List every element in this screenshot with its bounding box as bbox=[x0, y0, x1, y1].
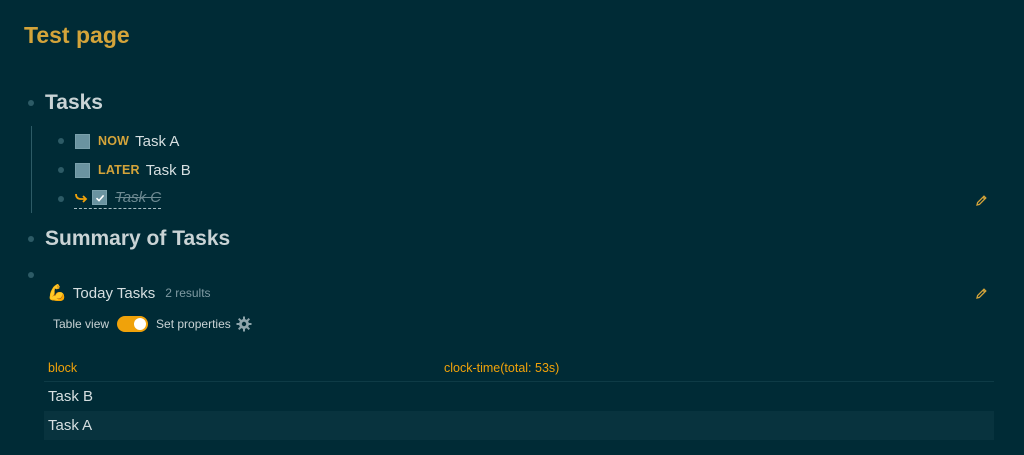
task-row-a: NOW Task A bbox=[58, 130, 179, 152]
table-row[interactable]: Task A bbox=[44, 411, 994, 440]
query-controls: Table view Set properties bbox=[53, 316, 252, 332]
task-checkbox-checked[interactable] bbox=[92, 190, 107, 205]
table-view-toggle[interactable] bbox=[117, 316, 149, 332]
set-properties-button[interactable]: Set properties bbox=[156, 317, 231, 331]
bullet[interactable] bbox=[58, 196, 64, 202]
repeat-arrow-icon bbox=[74, 192, 88, 204]
table-row[interactable]: Task B bbox=[44, 382, 994, 411]
task-row-c: Task C bbox=[58, 188, 162, 210]
query-result-count: 2 results bbox=[165, 286, 211, 300]
task-marker[interactable]: LATER bbox=[98, 163, 140, 177]
task-text[interactable]: Task A bbox=[135, 133, 179, 150]
gear-icon[interactable] bbox=[236, 316, 252, 332]
table-cell-block[interactable]: Task A bbox=[48, 417, 92, 434]
flexed-biceps-icon: 💪 bbox=[47, 285, 67, 302]
task-checkbox[interactable] bbox=[75, 133, 90, 149]
summary-heading: Summary of Tasks bbox=[45, 227, 231, 250]
task-checkbox[interactable] bbox=[75, 162, 90, 178]
task-text-done[interactable]: Task C bbox=[115, 189, 161, 206]
query-results-table: block clock-time(total: 53s) Task B Task… bbox=[44, 354, 994, 440]
task-done-wrapper: Task C bbox=[74, 189, 162, 209]
edit-pencil-icon[interactable] bbox=[975, 194, 988, 207]
bullet[interactable] bbox=[28, 236, 34, 242]
page-title: Test page bbox=[24, 22, 130, 48]
task-text[interactable]: Task B bbox=[146, 162, 191, 179]
bullet[interactable] bbox=[58, 167, 64, 173]
bullet[interactable] bbox=[58, 138, 64, 144]
query-title[interactable]: Today Tasks bbox=[73, 285, 155, 302]
task-row-b: LATER Task B bbox=[58, 159, 191, 181]
page: Test page Tasks NOW Task A LATER Task B bbox=[0, 0, 1024, 455]
toggle-knob bbox=[134, 318, 147, 330]
tasks-heading: Tasks bbox=[45, 91, 103, 114]
column-header-block[interactable]: block bbox=[44, 361, 440, 375]
bullet[interactable] bbox=[28, 100, 34, 106]
column-header-clock-time[interactable]: clock-time(total: 53s) bbox=[440, 361, 559, 375]
edit-pencil-icon[interactable] bbox=[975, 287, 988, 300]
task-marker[interactable]: NOW bbox=[98, 134, 129, 148]
table-view-label: Table view bbox=[53, 317, 110, 331]
children-guide-line[interactable] bbox=[31, 126, 32, 213]
bullet[interactable] bbox=[28, 272, 34, 278]
table-cell-block[interactable]: Task B bbox=[48, 388, 93, 405]
table-header: block clock-time(total: 53s) bbox=[44, 354, 994, 382]
query-header: 💪 Today Tasks 2 results bbox=[47, 283, 211, 303]
